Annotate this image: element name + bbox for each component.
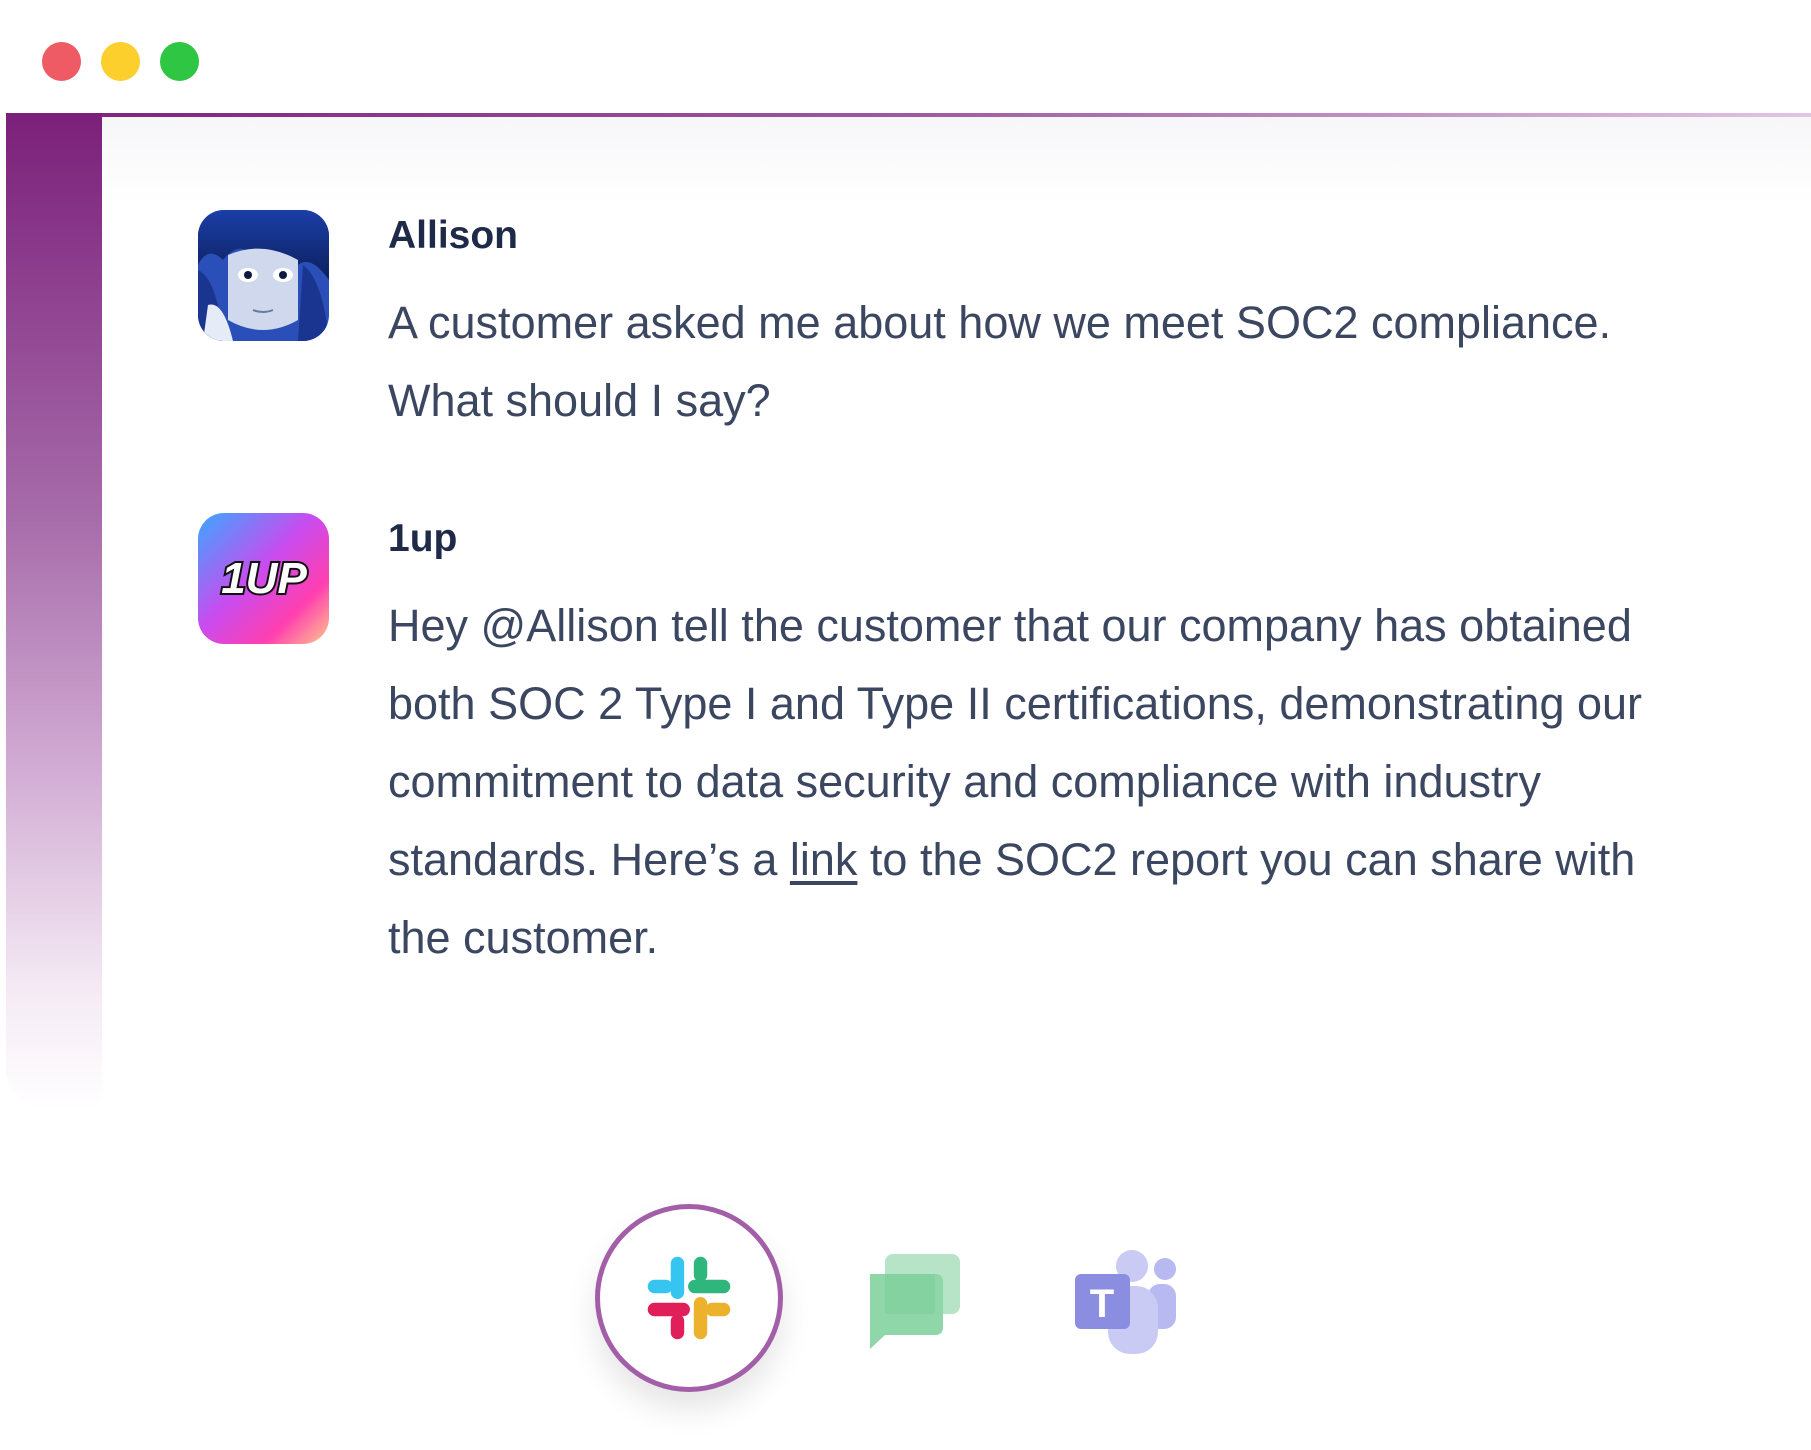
window-controls	[42, 42, 199, 81]
message-author[interactable]: 1up	[388, 515, 1678, 563]
1up-logo-icon: 1UP	[198, 513, 329, 644]
sidebar-accent-bar	[6, 113, 102, 1108]
maximize-dot[interactable]	[160, 42, 199, 81]
microsoft-teams-icon: T	[1075, 1250, 1176, 1354]
message-author[interactable]: Allison	[388, 212, 1678, 260]
user-mention[interactable]: @Allison	[481, 600, 659, 651]
google-chat-icon	[870, 1254, 960, 1349]
header-divider	[6, 113, 1811, 117]
soc2-report-link[interactable]: link	[790, 834, 858, 885]
microsoft-teams-button[interactable]: T	[1070, 1244, 1180, 1354]
avatar[interactable]: 1UP	[198, 513, 329, 644]
slack-button[interactable]	[595, 1204, 783, 1392]
svg-text:1UP: 1UP	[221, 554, 307, 603]
message-text: A customer asked me about how we meet SO…	[388, 297, 1612, 426]
anime-character-avatar-icon	[198, 210, 329, 341]
close-dot[interactable]	[42, 42, 81, 81]
svg-text:T: T	[1090, 1282, 1114, 1326]
avatar[interactable]	[198, 210, 329, 341]
text-segment: Hey	[388, 600, 481, 651]
message-text: Hey @Allison tell the customer that our …	[388, 587, 1678, 977]
slack-icon	[647, 1256, 731, 1340]
google-chat-button[interactable]	[865, 1249, 965, 1349]
minimize-dot[interactable]	[101, 42, 140, 81]
